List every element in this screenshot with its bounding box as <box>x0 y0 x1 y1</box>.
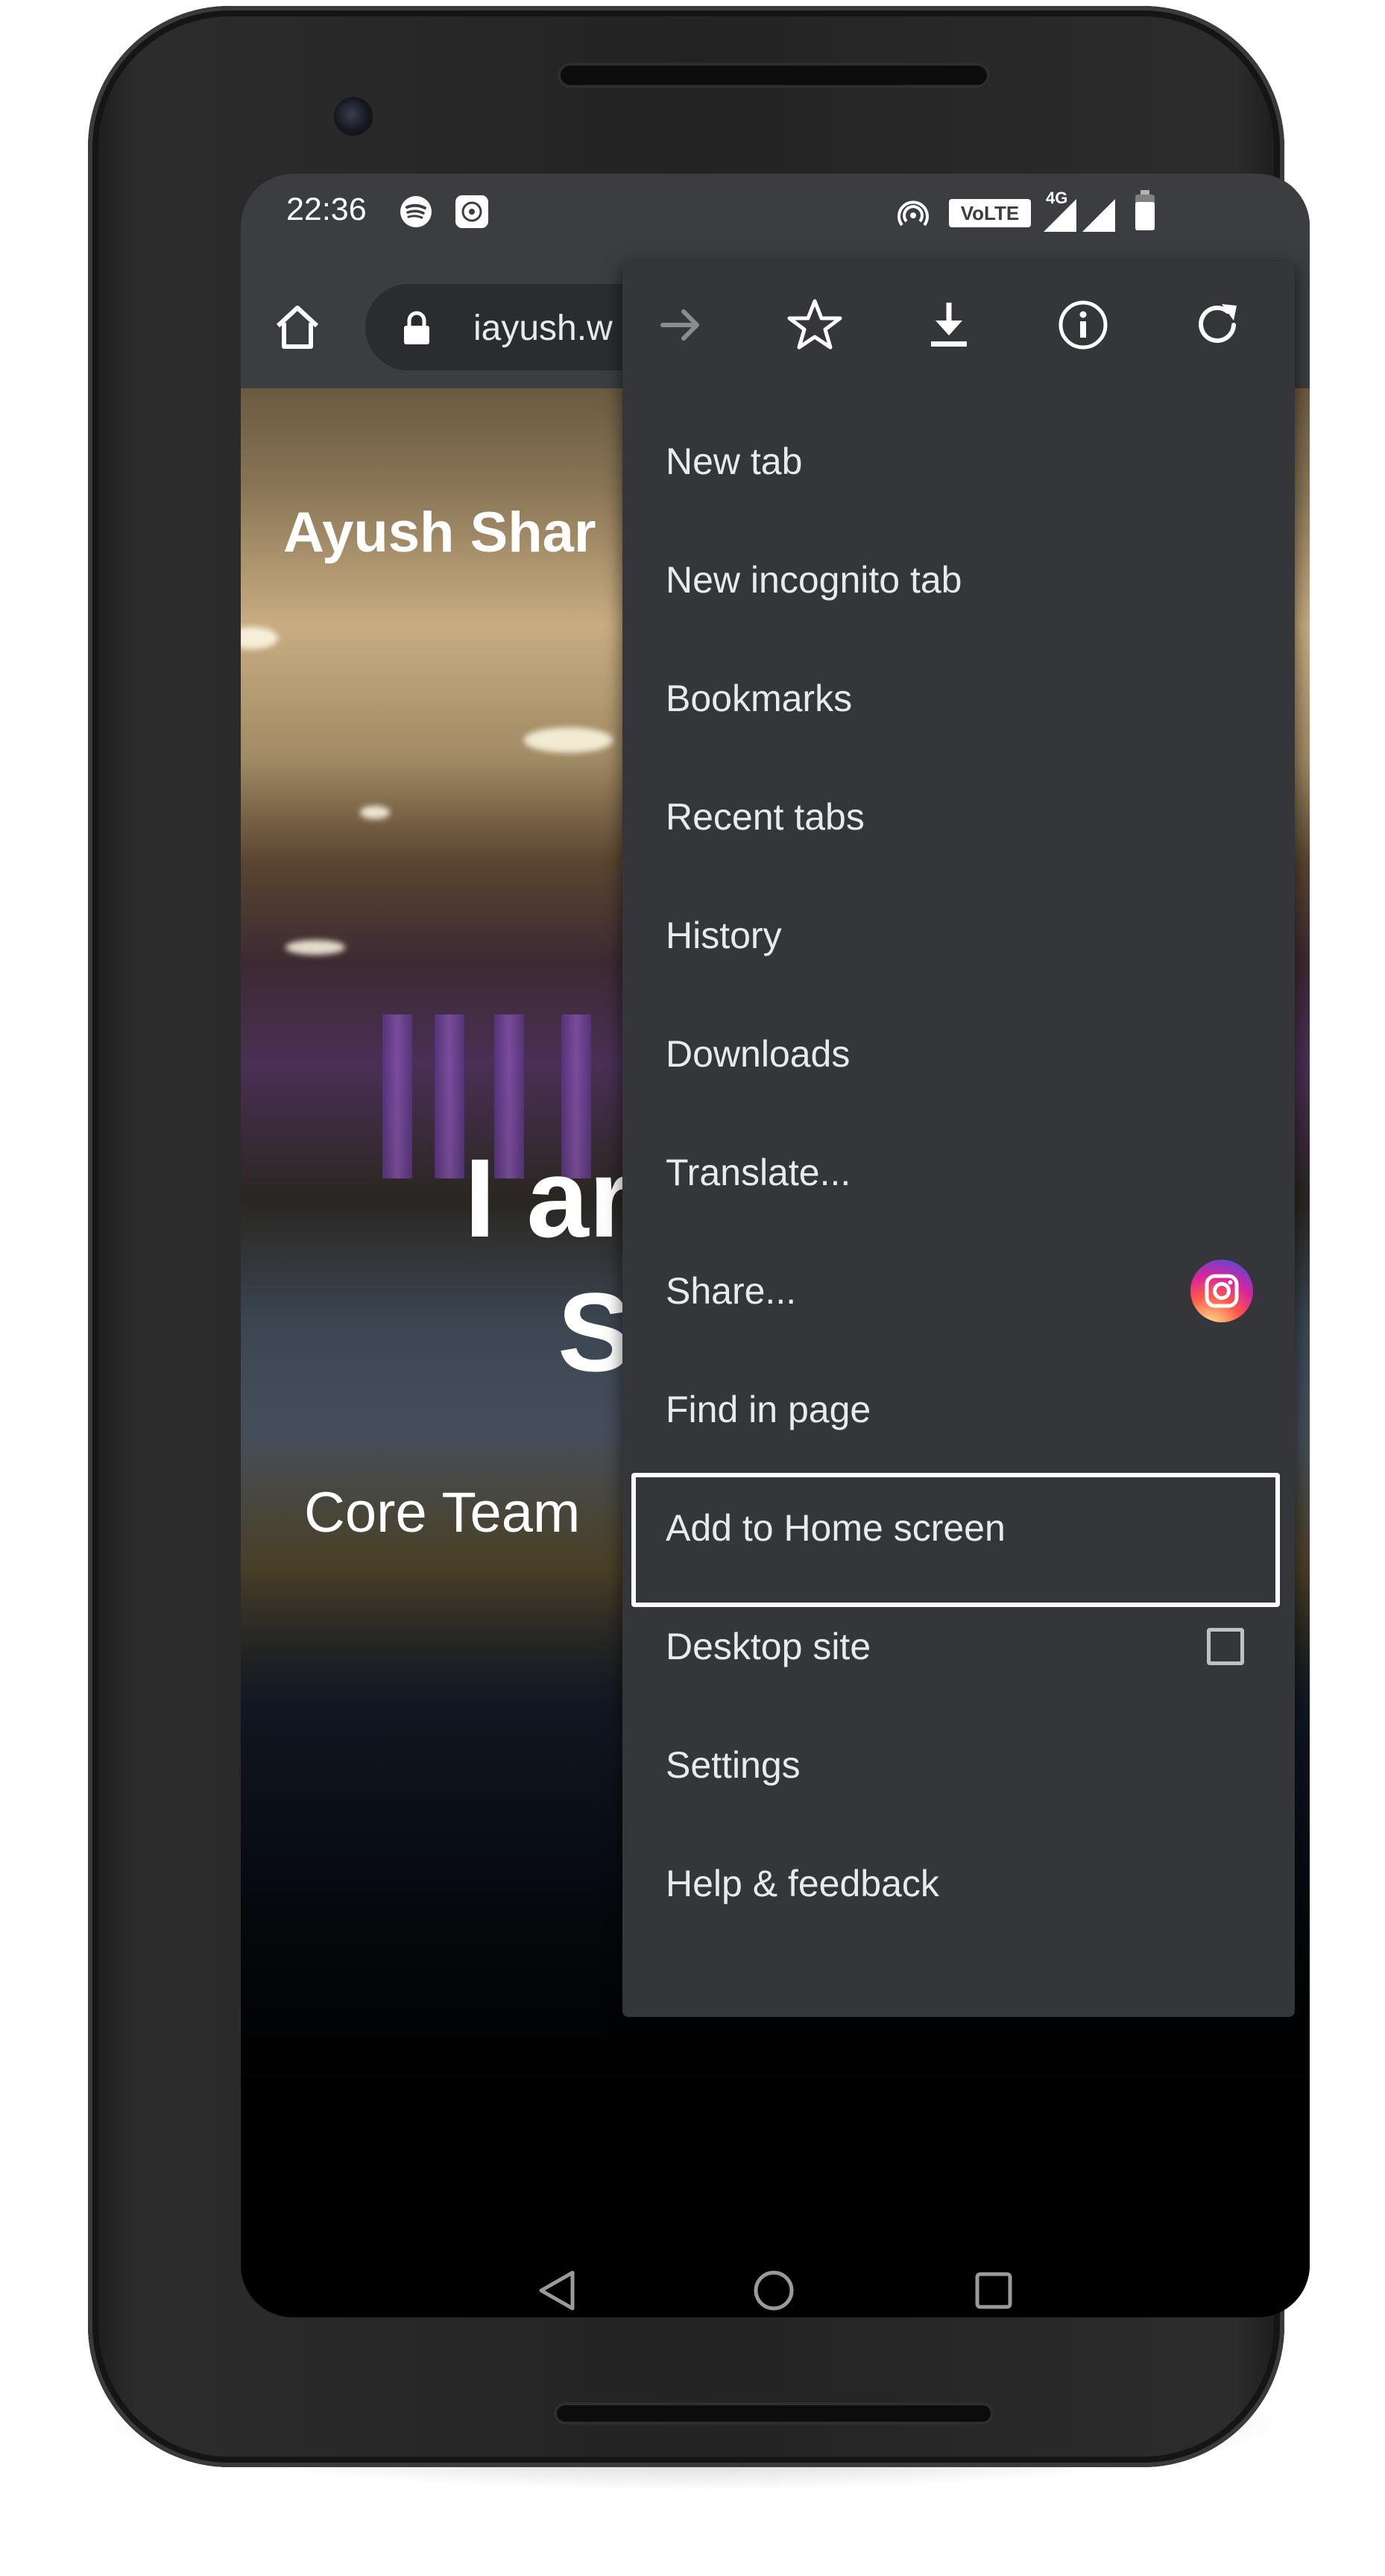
recents-icon[interactable] <box>971 2268 1016 2313</box>
menu-item-add-to-home-screen[interactable]: Add to Home screen <box>622 1468 1295 1607</box>
phone-screen: Ayush Shar I ar S Core Team 22:36 VoLTE … <box>241 174 1310 2317</box>
lock-icon <box>404 311 429 344</box>
app-notification-icon <box>455 195 488 228</box>
desktop-site-checkbox[interactable] <box>1207 1627 1244 1665</box>
url-text[interactable]: iayush.w <box>473 308 613 349</box>
menu-item-label: Bookmarks <box>666 677 853 719</box>
menu-item-translate[interactable]: Translate... <box>622 1113 1295 1231</box>
menu-item-find-in-page[interactable]: Find in page <box>622 1350 1295 1468</box>
signal-icon <box>1044 199 1115 232</box>
menu-item-label: Downloads <box>666 1032 851 1075</box>
menu-item-downloads[interactable]: Downloads <box>622 994 1295 1113</box>
back-icon[interactable] <box>535 2268 580 2313</box>
bottom-speaker <box>554 2402 994 2425</box>
overflow-menu: New tab New incognito tab Bookmarks Rece… <box>622 262 1295 2017</box>
volte-icon: VoLTE <box>949 199 1031 227</box>
forward-icon[interactable] <box>651 295 710 355</box>
bookmark-star-icon[interactable] <box>785 295 845 355</box>
home-circle-icon[interactable] <box>751 2268 796 2313</box>
menu-item-label: Recent tabs <box>666 795 865 838</box>
menu-item-bookmarks[interactable]: Bookmarks <box>622 639 1295 757</box>
menu-item-new-tab[interactable]: New tab <box>622 402 1295 520</box>
menu-item-label: New incognito tab <box>666 558 962 601</box>
menu-item-label: Add to Home screen <box>666 1506 1006 1549</box>
battery-icon <box>1135 190 1155 230</box>
hero-heading-line2: S <box>558 1269 633 1395</box>
menu-item-desktop-site[interactable]: Desktop site <box>622 1587 1295 1705</box>
phone-frame: Ayush Shar I ar S Core Team 22:36 VoLTE … <box>88 6 1310 2467</box>
menu-item-label: Settings <box>666 1743 801 1786</box>
hotspot-icon <box>897 201 929 227</box>
volte-label: VoLTE <box>960 202 1020 224</box>
menu-item-history[interactable]: History <box>622 876 1295 994</box>
menu-item-recent-tabs[interactable]: Recent tabs <box>622 757 1295 876</box>
home-icon[interactable] <box>271 300 324 354</box>
menu-item-label: New tab <box>666 440 803 482</box>
navigation-bar <box>241 2227 1310 2317</box>
earpiece-speaker <box>558 63 990 88</box>
status-bar: 22:36 VoLTE 4G <box>241 174 1310 263</box>
reload-icon[interactable] <box>1187 295 1247 355</box>
menu-item-label: Find in page <box>666 1388 871 1430</box>
menu-item-label: Desktop site <box>666 1625 871 1667</box>
site-title[interactable]: Ayush Shar <box>283 500 596 565</box>
menu-item-help-feedback[interactable]: Help & feedback <box>622 1824 1295 1942</box>
hero-subtitle: Core Team <box>304 1481 581 1544</box>
download-icon[interactable] <box>919 295 979 355</box>
status-time: 22:36 <box>286 192 367 227</box>
instagram-icon[interactable] <box>1190 1259 1253 1322</box>
info-icon[interactable] <box>1053 295 1113 355</box>
hero-heading-line1: I ar <box>464 1135 633 1260</box>
menu-item-label: Translate... <box>666 1151 851 1193</box>
front-camera <box>334 97 373 136</box>
menu-item-label: History <box>666 914 782 956</box>
menu-item-settings[interactable]: Settings <box>622 1705 1295 1824</box>
spotify-icon <box>400 196 432 227</box>
menu-item-share[interactable]: Share... <box>622 1231 1295 1350</box>
menu-item-new-incognito-tab[interactable]: New incognito tab <box>622 520 1295 639</box>
menu-item-label: Help & feedback <box>666 1862 939 1904</box>
menu-icon-row <box>622 262 1295 387</box>
menu-item-label: Share... <box>666 1269 797 1312</box>
